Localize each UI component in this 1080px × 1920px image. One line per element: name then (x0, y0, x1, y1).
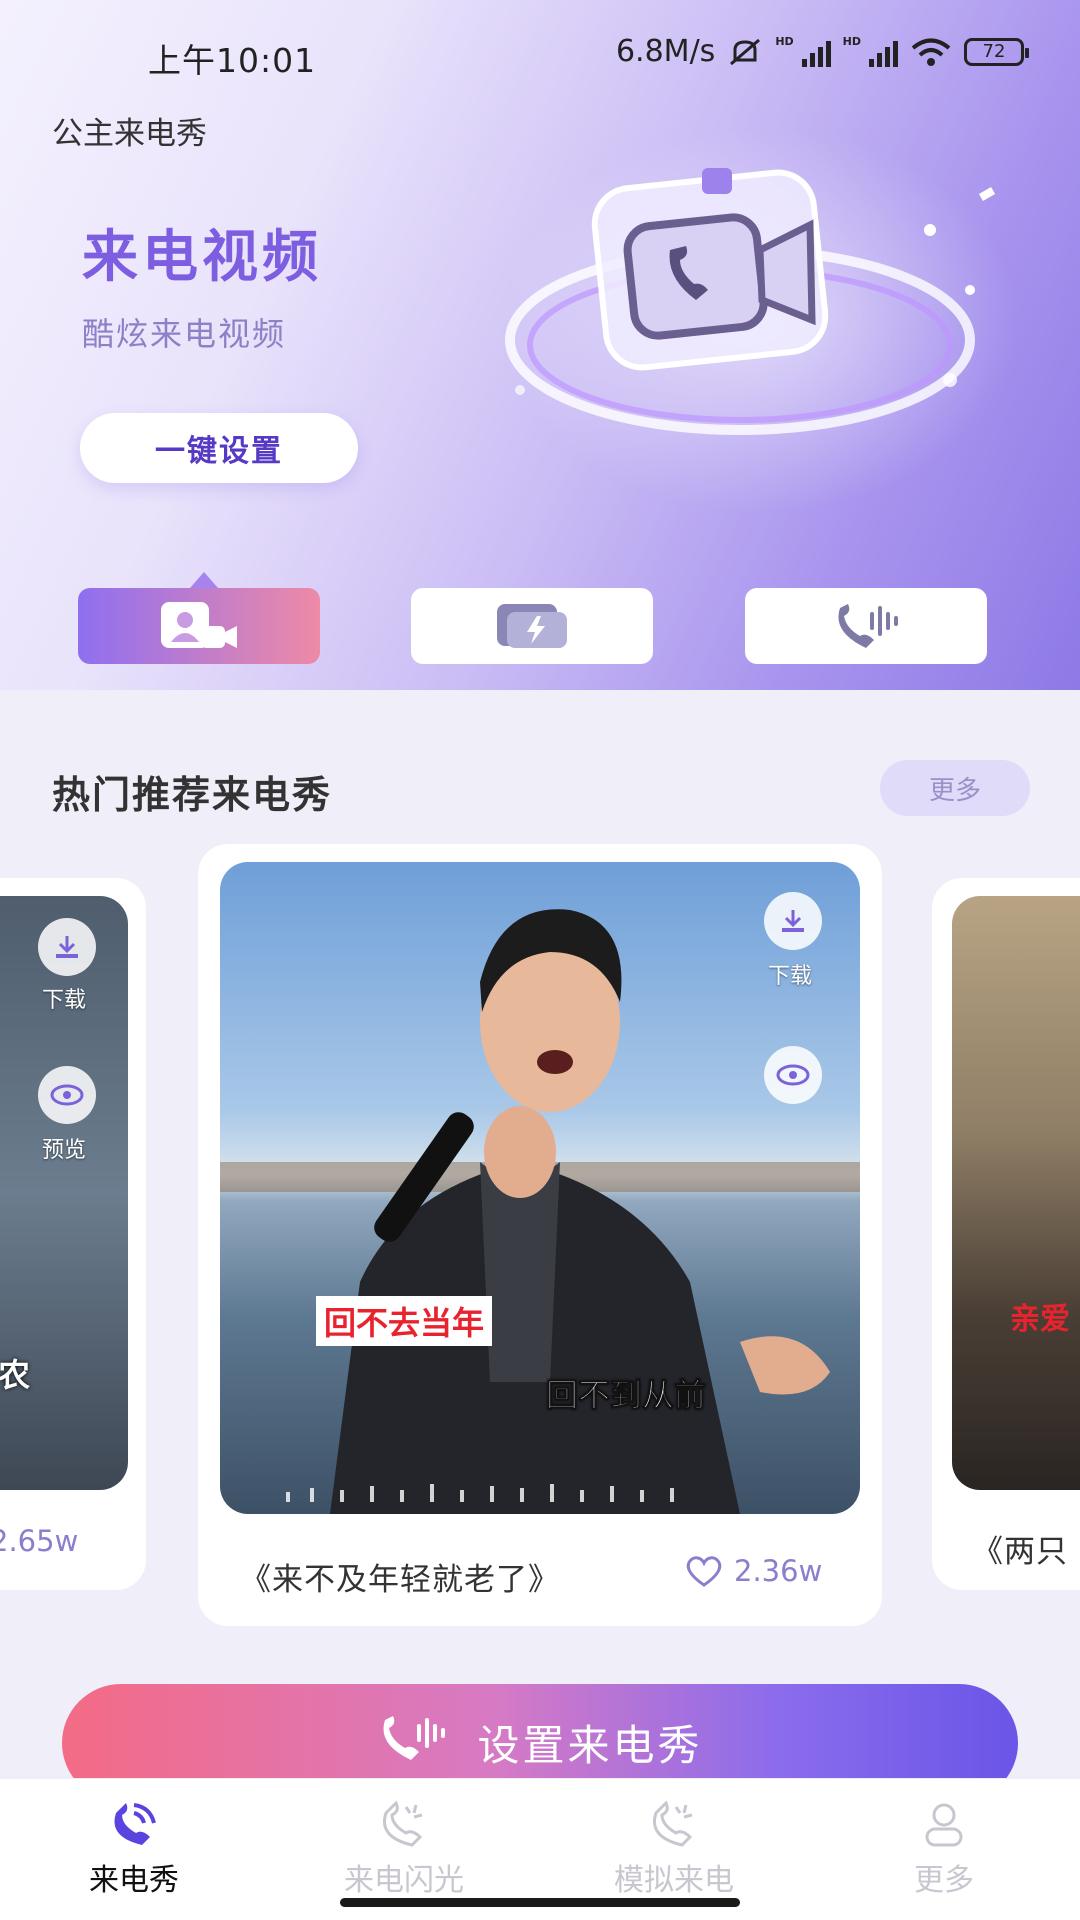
video-card-right[interactable]: 亲爱 《两只 (932, 878, 1080, 1590)
download-icon[interactable] (38, 918, 96, 976)
preview-icon[interactable] (764, 1046, 822, 1104)
preview-icon[interactable] (38, 1066, 96, 1124)
mock-call-icon (653, 1800, 693, 1847)
nav-label: 模拟来电 (614, 1863, 734, 1898)
call-show-icon (114, 1803, 156, 1845)
net-speed: 6.8M/s (615, 34, 716, 69)
video-thumbnail-right[interactable]: 亲爱 (952, 896, 1080, 1490)
signal-icon-2 (869, 37, 898, 67)
one-click-setup-button[interactable]: 一键设置 (80, 413, 358, 483)
hero-subtitle: 酷炫来电视频 (82, 315, 287, 353)
nav-item-mock-call[interactable]: 模拟来电 (584, 1799, 764, 1899)
heart-icon (686, 1556, 722, 1587)
status-bar: 上午10:01 6.8M/s HD HD 72 (0, 0, 1080, 110)
like-count-left: 2.65w (0, 1524, 78, 1558)
preview-label: 预览 (42, 1138, 87, 1163)
video-caption: 亲爱 (1010, 1302, 1070, 1337)
video-contact-icon (161, 602, 237, 648)
nav-item-call-show[interactable]: 来电秀 (44, 1799, 224, 1899)
app-title: 公主来电秀 (52, 116, 207, 152)
hd-label-2: HD (842, 35, 861, 48)
status-icons: 6.8M/s HD HD 72 (615, 34, 1029, 69)
lyric-caption-2: 回不到从前 (545, 1376, 707, 1415)
tab-flash[interactable] (411, 588, 653, 664)
hero-title: 来电视频 (82, 225, 322, 290)
nav-item-more[interactable]: 更多 (854, 1799, 1034, 1899)
tab-voice[interactable] (745, 588, 987, 664)
phone-voice-icon (383, 1716, 446, 1760)
battery-icon: 72 (964, 37, 1029, 66)
like-count-text: 2.36w (734, 1554, 823, 1588)
nav-label: 更多 (914, 1863, 974, 1898)
video-caption: 农 (0, 1356, 31, 1394)
cta-label: 设置来电秀 (477, 1721, 703, 1770)
nav-label: 来电闪光 (344, 1863, 464, 1898)
download-icon[interactable] (764, 892, 822, 950)
call-flash-icon (383, 1800, 423, 1847)
wifi-icon (911, 38, 951, 66)
user-icon (925, 1803, 963, 1847)
tab-video-call[interactable] (78, 572, 320, 664)
video-thumbnail-center[interactable]: 下载 回不去当年 回不到从前 (220, 862, 860, 1514)
status-time: 上午10:01 (148, 41, 317, 80)
song-title: 《来不及年轻就老了》 (240, 1562, 560, 1598)
song-title: 《两只 (972, 1534, 1068, 1570)
feature-tabs (0, 572, 1080, 668)
like-count-center[interactable]: 2.36w (684, 1554, 822, 1588)
hero-banner: 上午10:01 6.8M/s HD HD 72 公主来电秀 来电视频 酷炫来电视… (0, 0, 1080, 690)
mute-icon (730, 38, 761, 65)
download-label: 下载 (768, 964, 813, 989)
nav-item-call-flash[interactable]: 来电闪光 (314, 1799, 494, 1899)
video-call-illustration-icon (505, 168, 996, 435)
more-button[interactable]: 更多 (880, 760, 1030, 816)
nav-label: 来电秀 (89, 1863, 179, 1898)
download-label: 下载 (42, 988, 87, 1013)
section-title: 热门推荐来电秀 (52, 773, 333, 817)
lyric-caption-1: 回不去当年 (316, 1296, 493, 1346)
video-thumbnail-left[interactable]: 下载 预览 农 (0, 896, 128, 1490)
home-indicator[interactable] (340, 1898, 740, 1907)
video-card-left[interactable]: 下载 预览 农 2.65w (0, 878, 146, 1590)
flash-photo-icon (497, 604, 567, 648)
signal-icon (801, 37, 831, 67)
video-card-center[interactable]: 下载 回不去当年 回不到从前 《来不及年轻就老了》 2.36w (198, 844, 882, 1626)
hd-label-1: HD (775, 35, 794, 48)
phone-voice-icon (838, 604, 898, 648)
like-count-text: 2.65w (0, 1524, 79, 1558)
